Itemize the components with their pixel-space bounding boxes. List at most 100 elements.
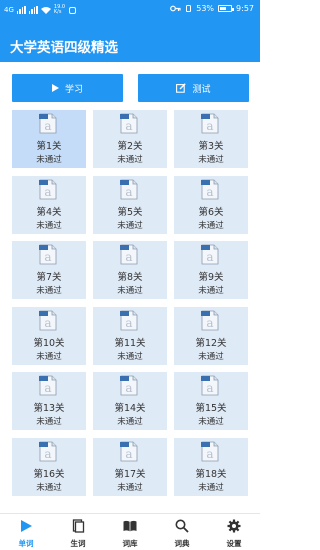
document-icon: a: [120, 179, 138, 199]
gear-icon: [227, 519, 241, 533]
clock: 9:57: [236, 4, 254, 13]
level-status: 未通过: [198, 286, 224, 296]
signal-label: 4G: [4, 6, 14, 14]
battery-icon: [218, 5, 235, 12]
svg-text:a: a: [206, 250, 213, 264]
svg-text:a: a: [44, 250, 51, 264]
document-icon: a: [39, 179, 57, 199]
document-icon: a: [39, 113, 57, 134]
level-name: 第14关: [114, 403, 146, 414]
svg-text:a: a: [125, 250, 132, 264]
document-icon: a: [39, 375, 57, 396]
notification-icon: [68, 6, 76, 14]
level-cell[interactable]: a 第10关 未通过: [12, 306, 86, 365]
vibrate-icon: [186, 5, 192, 12]
svg-text:a: a: [125, 119, 132, 133]
level-status: 未通过: [198, 417, 224, 427]
svg-text:a: a: [125, 447, 132, 461]
svg-text:a: a: [44, 185, 51, 199]
level-cell[interactable]: a 第16关 未通过: [12, 437, 86, 496]
svg-text:a: a: [206, 381, 213, 395]
bottom-nav: 单词 生词 词库 词典 设置: [0, 513, 260, 550]
signal-icon: [16, 6, 26, 14]
level-name: 第4关: [36, 206, 62, 218]
nav-label: 单词: [18, 539, 34, 548]
battery-percent: 53%: [196, 4, 215, 13]
document-icon: a: [39, 244, 57, 265]
level-cell[interactable]: a 第5关未通过: [93, 175, 167, 234]
nav-item-new-words[interactable]: 生词: [52, 514, 104, 550]
nav-item-settings[interactable]: 设置: [208, 514, 260, 550]
level-cell[interactable]: a 第3关 未通过: [174, 110, 248, 168]
level-cell[interactable]: a 第17关未通过: [93, 437, 167, 496]
level-status: 未通过: [36, 155, 62, 165]
level-status: 未通过: [198, 220, 224, 231]
status-bar: 4G 19.0 K/s 53% 9:57: [0, 0, 260, 22]
level-cell[interactable]: a 第11关 未通过: [93, 306, 167, 365]
svg-text:a: a: [44, 119, 51, 133]
level-name: 第13关: [33, 403, 65, 414]
level-cell[interactable]: a 第2关未通过: [93, 110, 167, 168]
svg-text:a: a: [125, 185, 132, 199]
level-status: 未通过: [198, 155, 224, 165]
level-cell[interactable]: a 第12关 未通过: [174, 306, 248, 365]
level-cell[interactable]: a 第6关未通过: [174, 175, 248, 234]
level-name: 第7关: [36, 272, 62, 283]
level-status: 未通过: [117, 351, 143, 362]
level-cell[interactable]: a 第9关未通过: [174, 241, 248, 299]
document-icon: a: [201, 441, 219, 461]
study-button[interactable]: 学习: [12, 74, 123, 102]
document-icon: a: [120, 441, 138, 461]
play-icon: [21, 520, 32, 532]
level-status: 未通过: [198, 351, 224, 362]
nav-item-words[interactable]: 单词: [0, 514, 52, 550]
level-name: 第17关: [114, 468, 146, 480]
level-cell[interactable]: a 第13关 未通过: [12, 372, 86, 430]
level-status: 未通过: [198, 482, 224, 493]
nav-label: 生词: [70, 539, 86, 548]
level-cell[interactable]: a 第14关未通过: [93, 372, 167, 430]
document-icon: a: [201, 375, 219, 396]
edit-icon: [176, 83, 187, 93]
document-icon: a: [201, 179, 219, 199]
level-cell[interactable]: a 第8关 未通过: [93, 241, 167, 299]
svg-text:a: a: [206, 447, 213, 461]
key-icon: [170, 5, 181, 12]
level-status: 未通过: [117, 220, 143, 231]
level-status: 未通过: [117, 482, 143, 493]
notes-icon: [72, 519, 85, 533]
document-icon: a: [120, 375, 138, 396]
level-name: 第9关: [198, 272, 224, 283]
svg-text:a: a: [206, 316, 213, 330]
document-icon: a: [201, 310, 219, 330]
level-name: 第5关: [117, 206, 143, 218]
level-status: 未通过: [36, 220, 62, 231]
network-speed: 19.0 K/s: [53, 4, 66, 15]
test-button[interactable]: 测试: [138, 74, 249, 102]
search-icon: [175, 519, 189, 533]
svg-text:a: a: [125, 316, 132, 330]
nav-item-dictionary[interactable]: 词典: [156, 514, 208, 550]
document-icon: a: [120, 244, 138, 265]
level-name: 第6关: [198, 206, 224, 218]
level-name: 第16关: [33, 468, 65, 480]
nav-label: 词典: [174, 539, 190, 548]
level-status: 未通过: [36, 286, 62, 296]
level-cell[interactable]: a 第18关 未通过: [174, 437, 248, 496]
nav-item-library[interactable]: 词库: [104, 514, 156, 550]
level-cell[interactable]: a 第1关未通过: [12, 110, 86, 168]
document-icon: a: [39, 310, 57, 330]
level-cell[interactable]: a 第15关 未通过: [174, 372, 248, 430]
svg-text:a: a: [44, 447, 51, 461]
level-status: 未通过: [117, 417, 143, 427]
level-cell[interactable]: a 第4关未通过: [12, 175, 86, 234]
app-header: 4G 19.0 K/s 53% 9:57 大学英语四级精选: [0, 0, 260, 62]
level-cell[interactable]: a 第7关未通过: [12, 241, 86, 299]
level-status: 未通过: [117, 155, 143, 165]
level-name: 第1关: [36, 141, 62, 152]
svg-text:a: a: [44, 316, 51, 330]
document-icon: a: [120, 113, 138, 134]
svg-text:a: a: [206, 119, 213, 133]
level-name: 第2关: [117, 141, 143, 152]
document-icon: a: [201, 244, 219, 265]
